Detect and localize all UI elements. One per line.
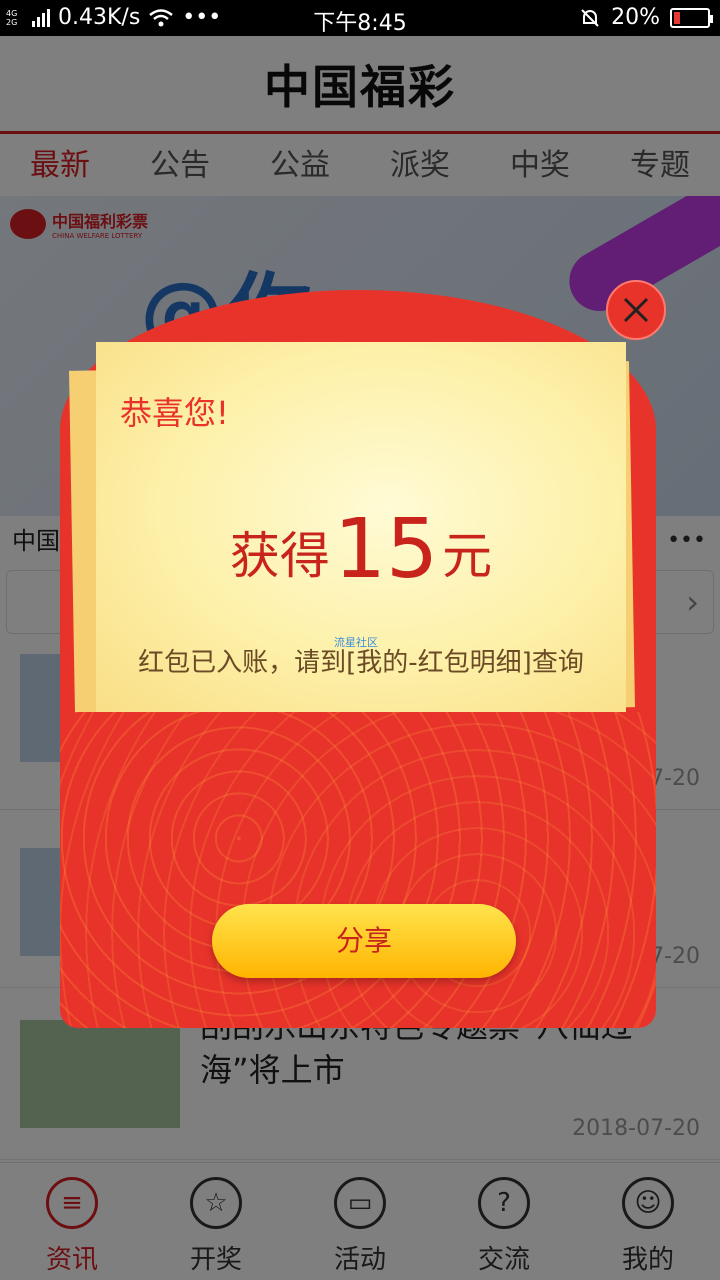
reward-unit: 元 [442,527,493,585]
red-envelope-front [60,712,656,1028]
reward-note: 红包已入账，请到[我的-红包明细]查询 [138,648,584,678]
screen: 4G 2G 0.43K/s ••• 下午8:45 20% 中国福彩 最新 公告 … [0,0,720,1280]
status-bar: 4G 2G 0.43K/s ••• 下午8:45 20% [0,0,720,36]
close-button[interactable] [606,280,666,340]
close-icon [623,297,649,323]
status-right: 20% [579,5,713,30]
battery-icon [670,7,713,28]
silent-bell-icon [581,8,599,27]
reward-amount-line: 获得15元 [96,502,626,597]
battery-percent: 20% [611,5,660,30]
reward-card: 恭喜您! 获得15元 流星社区 红包已入账，请到[我的-红包明细]查询 [96,342,626,712]
share-button[interactable]: 分享 [212,904,516,978]
reward-amount: 15 [333,502,439,597]
congrats-text: 恭喜您! [120,394,229,432]
reward-prefix: 获得 [229,527,330,585]
battery-level [674,11,680,24]
